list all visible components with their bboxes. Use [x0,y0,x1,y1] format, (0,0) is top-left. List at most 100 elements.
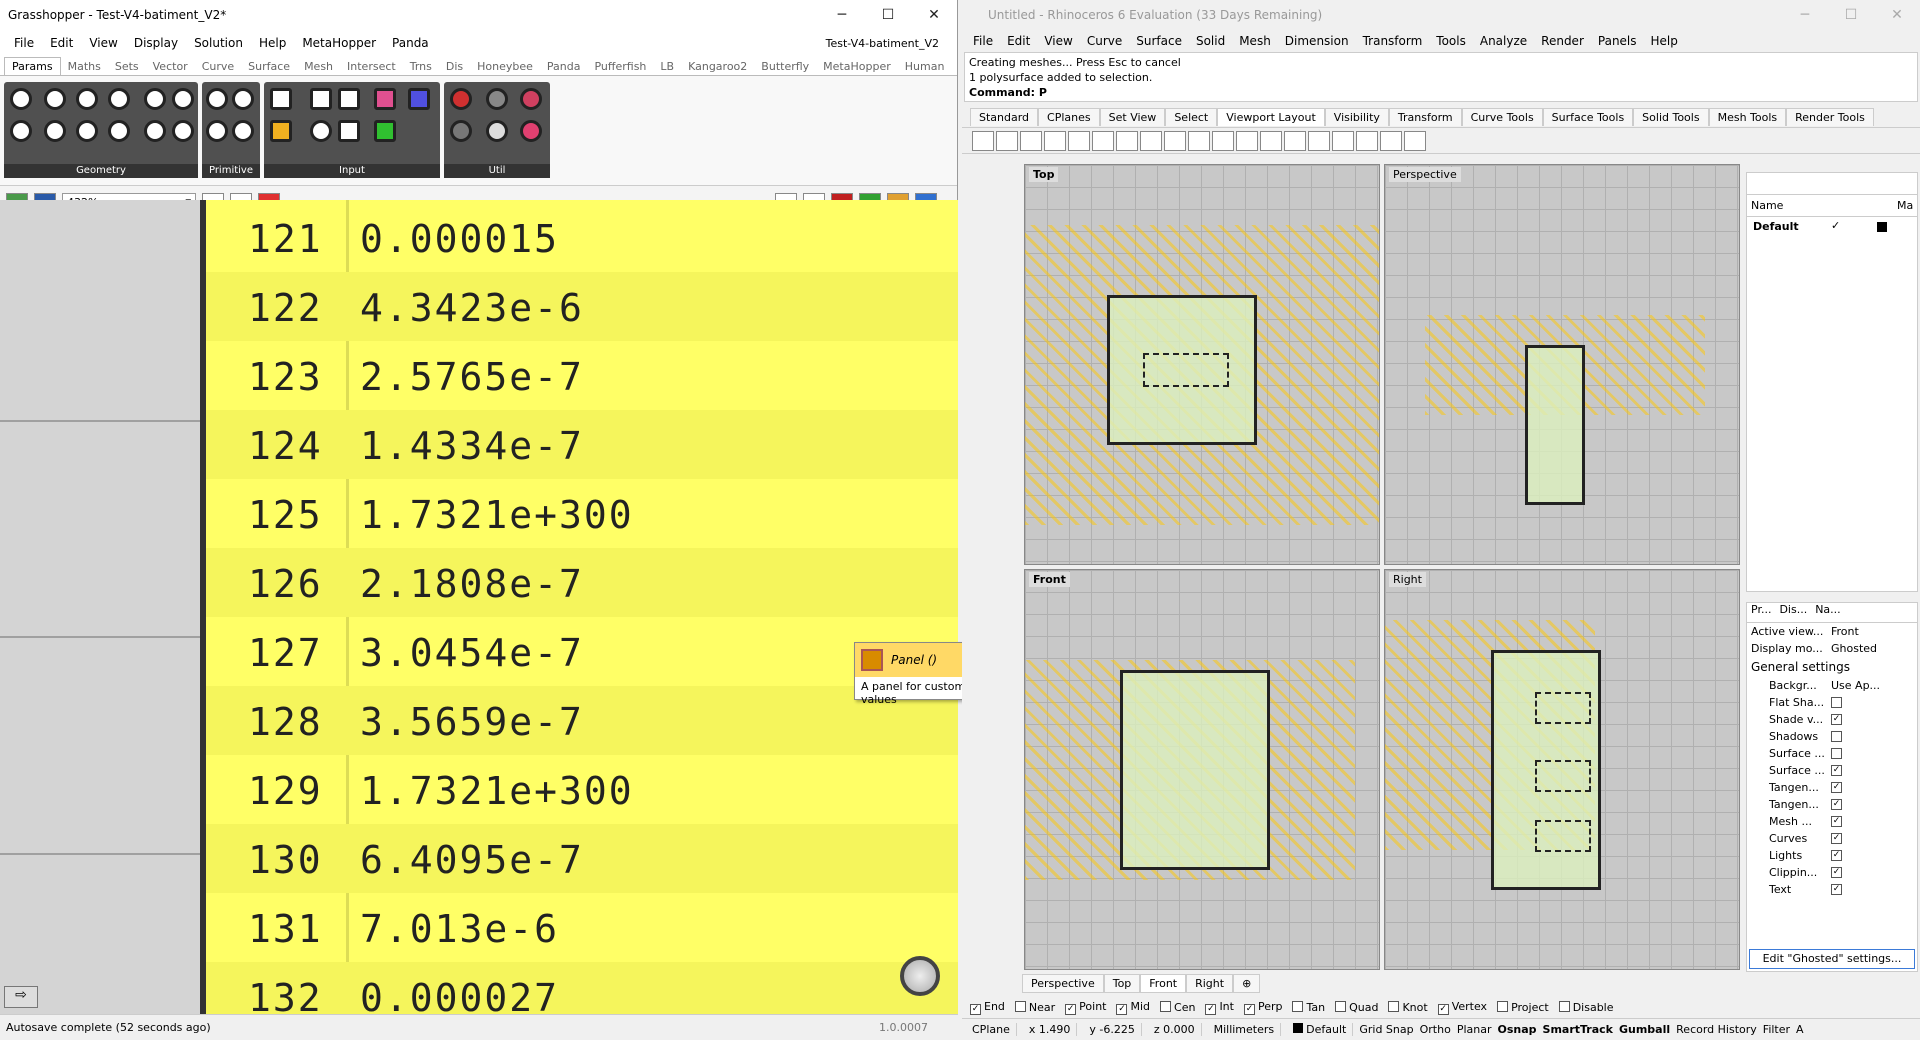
arrow-icon[interactable] [486,120,508,142]
status-cplane[interactable]: CPlane [966,1023,1017,1036]
tab-kangaroo2[interactable]: Kangaroo2 [681,58,754,75]
prop-row[interactable]: Backgr... Use Ap... [1747,677,1917,694]
tab-panda[interactable]: Panda [540,58,588,75]
arrow-right-icon[interactable]: ⇨ [4,986,38,1008]
checkbox[interactable] [1831,748,1842,759]
layout-icon[interactable] [1068,130,1090,151]
param-icon[interactable] [232,88,254,110]
status-grid-snap[interactable]: Grid Snap [1359,1023,1413,1036]
vp-tab-perspective[interactable]: Perspective [1022,974,1104,993]
prop-row[interactable]: Mesh ... ✓ [1747,813,1917,830]
tab-dis[interactable]: Dis [439,58,470,75]
arrow-icon[interactable] [486,88,508,110]
checkbox[interactable] [1388,1000,1400,1012]
param-icon[interactable] [206,88,228,110]
viewport-top[interactable]: Top [1024,164,1380,565]
checkbox[interactable] [1831,697,1842,708]
prop-row[interactable]: Tangen... ✓ [1747,796,1917,813]
menu-render[interactable]: Render [1534,34,1591,48]
tab-cplanes[interactable]: CPlanes [1038,107,1100,126]
tab-set-view[interactable]: Set View [1099,107,1166,126]
param-icon[interactable] [206,120,228,142]
print-icon[interactable] [1380,130,1402,151]
checkbox[interactable]: ✓ [1831,867,1842,878]
menu-file[interactable]: File [966,34,1000,48]
layout-icon[interactable] [1308,130,1330,151]
menu-panda[interactable]: Panda [384,36,437,50]
checkbox[interactable]: ✓ [1831,765,1842,776]
osnap-tan[interactable]: Tan [1292,1000,1325,1014]
status-filter[interactable]: Filter [1763,1023,1790,1036]
layout-icon[interactable] [1332,130,1354,151]
prop-row[interactable]: Tangen... ✓ [1747,779,1917,796]
menu-metahopper[interactable]: MetaHopper [294,36,384,50]
tab-honeybee[interactable]: Honeybee [470,58,540,75]
layer-color-swatch[interactable] [1877,222,1887,232]
osnap-int[interactable]: ✓ Int [1205,1000,1234,1015]
menu-solution[interactable]: Solution [186,36,251,50]
checkbox[interactable]: ✓ [1116,1003,1128,1015]
viewport-right[interactable]: Right [1384,569,1740,970]
osnap-point[interactable]: ✓ Point [1065,1000,1106,1015]
maximize-icon[interactable]: ☐ [865,0,911,30]
vp-tab-top[interactable]: Top [1103,974,1141,993]
layout-icon[interactable] [1284,130,1306,151]
edit-display-settings-button[interactable]: Edit "Ghosted" settings... [1749,949,1915,969]
osnap-perp[interactable]: ✓ Perp [1243,1000,1282,1015]
osnap-near[interactable]: Near [1014,1000,1055,1014]
menu-edit[interactable]: Edit [1000,34,1037,48]
param-icon[interactable] [44,88,66,110]
osnap-knot[interactable]: Knot [1388,1000,1428,1014]
prop-row[interactable]: Lights ✓ [1747,847,1917,864]
tab-trns[interactable]: Trns [403,58,439,75]
checkbox[interactable] [1497,1000,1509,1012]
checkbox[interactable]: ✓ [970,1003,981,1015]
status-record-history[interactable]: Record History [1676,1023,1757,1036]
tab-mesh[interactable]: Mesh [297,58,340,75]
osnap-end[interactable]: ✓ End [970,1000,1005,1015]
vp-tab-right[interactable]: Right [1186,974,1234,993]
status-gumball[interactable]: Gumball [1619,1023,1670,1036]
param-icon[interactable] [10,88,32,110]
status-smarttrack[interactable]: SmartTrack [1543,1023,1613,1036]
osnap-quad[interactable]: Quad [1335,1000,1378,1014]
tab-display[interactable]: Dis... [1779,603,1807,622]
close-icon[interactable]: ✕ [911,0,957,30]
layout-icon[interactable] [1020,130,1042,151]
checkbox[interactable]: ✓ [1831,799,1842,810]
menu-curve[interactable]: Curve [1080,34,1129,48]
osnap-disable[interactable]: Disable [1558,1000,1614,1014]
param-icon[interactable] [374,88,396,110]
param-icon[interactable] [172,88,194,110]
checkbox[interactable]: ✓ [1831,782,1842,793]
menu-analyze[interactable]: Analyze [1473,34,1534,48]
tab-solid-tools[interactable]: Solid Tools [1633,107,1709,126]
prop-row[interactable]: Surface ... ✓ [1747,762,1917,779]
tab-viewport-layout[interactable]: Viewport Layout [1217,107,1325,126]
tab-lb[interactable]: LB [653,58,681,75]
menu-view[interactable]: View [1037,34,1079,48]
tab-surface-tools[interactable]: Surface Tools [1542,107,1634,126]
cherry-icon[interactable] [450,88,472,110]
tab-standard[interactable]: Standard [970,107,1039,126]
viewport-perspective[interactable]: Perspective [1384,164,1740,565]
param-icon[interactable] [232,120,254,142]
viewport-label[interactable]: Right [1389,572,1426,587]
param-icon[interactable] [44,120,66,142]
menu-file[interactable]: File [6,36,42,50]
viewport-front[interactable]: Front [1024,569,1380,970]
prop-row[interactable]: Flat Sha... [1747,694,1917,711]
checkbox[interactable] [1014,1000,1026,1012]
param-icon[interactable] [108,88,130,110]
checkbox[interactable] [1335,1000,1347,1012]
tab-surface[interactable]: Surface [241,58,297,75]
param-icon[interactable] [172,120,194,142]
checkbox[interactable]: ✓ [1831,833,1842,844]
tree-icon[interactable] [450,120,472,142]
layout-icon[interactable] [1188,130,1210,151]
viewport-label[interactable]: Front [1029,572,1070,587]
tab-render-tools[interactable]: Render Tools [1786,107,1874,126]
tab-mesh-tools[interactable]: Mesh Tools [1708,107,1787,126]
param-icon[interactable] [338,120,360,142]
param-icon[interactable] [10,120,32,142]
